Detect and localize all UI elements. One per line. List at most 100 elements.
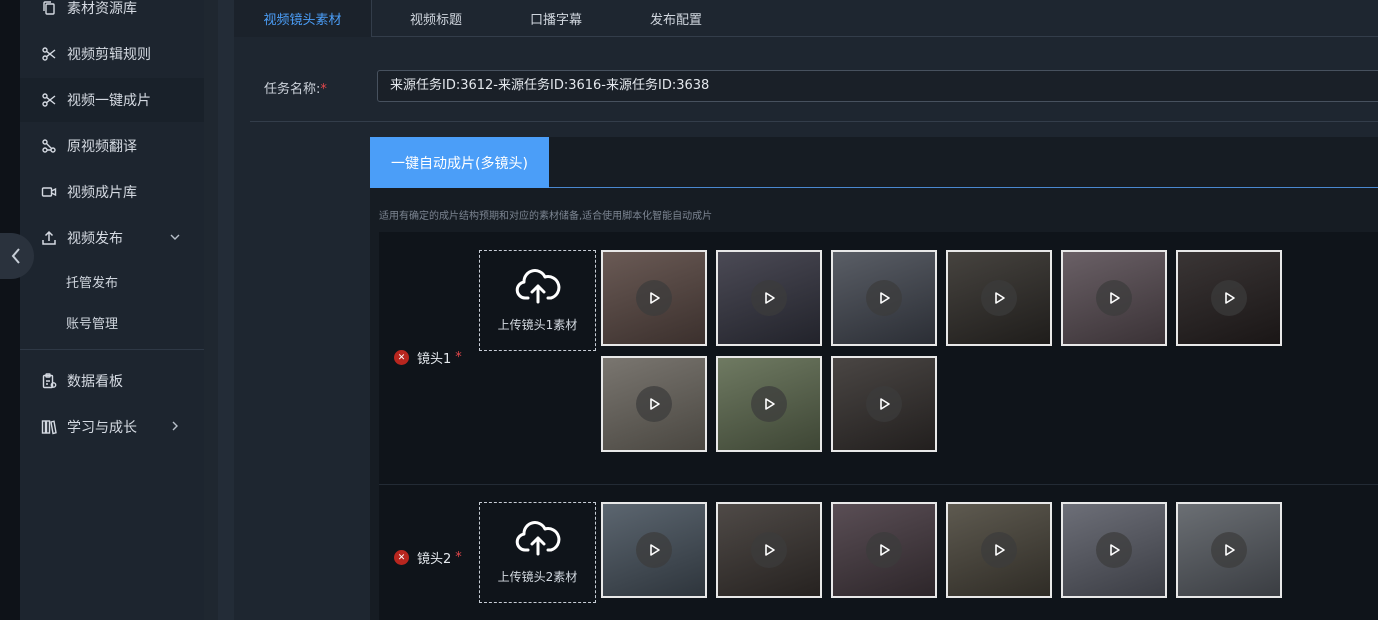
shot-label-2: ✕ 镜头2 * xyxy=(394,548,462,567)
sidebar-item-video-translate[interactable]: 原视频翻译 xyxy=(20,124,204,168)
required-mark: * xyxy=(455,350,462,365)
sidebar-subitem-hosted-publish[interactable]: 托管发布 xyxy=(20,262,204,300)
sidebar-item-learning[interactable]: 学习与成长 xyxy=(20,405,204,449)
play-icon xyxy=(751,532,787,568)
copy-icon xyxy=(41,0,57,16)
sidebar-item-video-library[interactable]: 视频成片库 xyxy=(20,170,204,214)
play-icon xyxy=(866,532,902,568)
video-thumbnail[interactable] xyxy=(946,502,1052,598)
play-icon xyxy=(636,532,672,568)
sidebar-item-label: 视频一键成片 xyxy=(67,93,151,109)
shot-name: 镜头1 xyxy=(417,352,452,367)
sidebar-gap xyxy=(204,0,218,620)
task-name-input[interactable]: 来源任务ID:3612-来源任务ID:3616-来源任务ID:3638 xyxy=(377,70,1378,102)
sidebar-item-label: 视频剪辑规则 xyxy=(67,47,151,63)
video-thumbnail[interactable] xyxy=(601,356,707,452)
play-icon xyxy=(1211,532,1247,568)
cloud-upload-icon xyxy=(515,269,560,304)
sidebar-item-edit-rules[interactable]: 视频剪辑规则 xyxy=(20,32,204,76)
scissors-icon xyxy=(41,92,57,108)
required-mark: * xyxy=(320,82,327,97)
video-camera-icon xyxy=(41,184,57,200)
tab-bar: 视频镜头素材 视频标题 口播字幕 发布配置 xyxy=(234,0,1378,37)
sidebar-item-label: 视频成片库 xyxy=(67,185,137,201)
sidebar-subitem-account-manage[interactable]: 账号管理 xyxy=(20,303,204,341)
video-thumbnail[interactable] xyxy=(1061,502,1167,598)
clipboard-icon xyxy=(41,373,57,389)
play-icon xyxy=(1096,280,1132,316)
scissors-icon xyxy=(41,46,57,62)
upload-label: 上传镜头2素材 xyxy=(497,570,578,584)
video-thumbnail[interactable] xyxy=(601,250,707,346)
task-name-label: 任务名称:* xyxy=(264,78,327,97)
play-icon xyxy=(866,280,902,316)
play-icon xyxy=(751,280,787,316)
cloud-upload-icon xyxy=(515,521,560,556)
books-icon xyxy=(41,419,57,435)
video-thumbnail[interactable] xyxy=(831,250,937,346)
tab-label: 口播字幕 xyxy=(529,13,582,28)
sidebar-item-video-publish[interactable]: 视频发布 xyxy=(20,216,204,260)
tab-voice-subtitle[interactable]: 口播字幕 xyxy=(500,0,612,37)
play-icon xyxy=(866,386,902,422)
upload-shot-2-button[interactable]: 上传镜头2素材 xyxy=(479,502,596,603)
shot-label-1: ✕ 镜头1 * xyxy=(394,348,462,367)
shot-name: 镜头2 xyxy=(417,552,452,567)
play-icon xyxy=(981,532,1017,568)
video-thumbnail[interactable] xyxy=(1061,250,1167,346)
video-thumbnail[interactable] xyxy=(716,356,822,452)
play-icon xyxy=(636,280,672,316)
sidebar-item-one-click-video[interactable]: 视频一键成片 xyxy=(20,78,204,122)
upload-label: 上传镜头1素材 xyxy=(497,318,578,332)
panel-tab-label: 一键自动成片(多镜头) xyxy=(391,155,528,172)
left-edge xyxy=(0,0,20,620)
play-icon xyxy=(751,386,787,422)
panel-tab-bar: 一键自动成片(多镜头) xyxy=(370,137,1378,188)
sidebar-item-dashboard[interactable]: 数据看板 xyxy=(20,359,204,403)
chevron-right-icon xyxy=(172,421,178,431)
tab-video-title[interactable]: 视频标题 xyxy=(380,0,492,37)
translate-icon xyxy=(41,138,57,154)
sidebar-item-label: 原视频翻译 xyxy=(67,139,137,155)
upload-icon xyxy=(41,230,57,246)
video-thumbnail[interactable] xyxy=(1176,250,1282,346)
remove-shot-button[interactable]: ✕ xyxy=(394,550,409,565)
sidebar-item-label: 素材资源库 xyxy=(67,1,137,17)
auto-edit-panel: 一键自动成片(多镜头) 适用有确定的成片结构预期和对应的素材储备,适合使用脚本化… xyxy=(370,137,1378,620)
video-thumbnail[interactable] xyxy=(601,502,707,598)
main-content: 视频镜头素材 视频标题 口播字幕 发布配置 任务名称:* 来源任务ID:3612… xyxy=(234,0,1378,620)
tab-shot-material[interactable]: 视频镜头素材 xyxy=(234,0,372,37)
remove-shot-button[interactable]: ✕ xyxy=(394,350,409,365)
required-mark: * xyxy=(455,550,462,565)
upload-shot-1-button[interactable]: 上传镜头1素材 xyxy=(479,250,596,351)
sidebar-item-label: 视频发布 xyxy=(67,231,123,247)
play-icon xyxy=(1211,280,1247,316)
task-name-label-text: 任务名称: xyxy=(264,82,321,97)
video-thumbnail[interactable] xyxy=(1176,502,1282,598)
video-thumbnail[interactable] xyxy=(716,502,822,598)
tab-label: 发布配置 xyxy=(649,13,702,28)
tab-auto-multi-shot[interactable]: 一键自动成片(多镜头) xyxy=(370,137,549,188)
sidebar: 素材资源库 视频剪辑规则 视频一键成片 原视频翻译 视频成片库 视频发布 托管发… xyxy=(20,0,204,620)
play-icon xyxy=(1096,532,1132,568)
video-thumbnail[interactable] xyxy=(946,250,1052,346)
play-icon xyxy=(981,280,1017,316)
chevron-left-icon xyxy=(11,248,20,264)
shot-row-1: ✕ 镜头1 * 上传镜头1素材 xyxy=(379,232,1378,484)
play-icon xyxy=(636,386,672,422)
sidebar-item-label: 数据看板 xyxy=(67,374,123,390)
video-thumbnail[interactable] xyxy=(716,250,822,346)
video-thumbnail[interactable] xyxy=(831,502,937,598)
tab-label: 视频标题 xyxy=(409,13,462,28)
task-name-row: 任务名称:* 来源任务ID:3612-来源任务ID:3616-来源任务ID:36… xyxy=(250,70,1378,102)
video-thumbnail[interactable] xyxy=(831,356,937,452)
sidebar-divider xyxy=(20,349,204,350)
shot-row-2: ✕ 镜头2 * 上传镜头2素材 xyxy=(379,485,1378,620)
sidebar-item-material-library[interactable]: 素材资源库 xyxy=(20,0,204,30)
form-divider xyxy=(250,121,1378,122)
shot-list: ✕ 镜头1 * 上传镜头1素材 ✕ 镜头2 * 上传镜头2素材 xyxy=(379,232,1378,620)
sidebar-item-label: 学习与成长 xyxy=(67,420,137,436)
panel-description: 适用有确定的成片结构预期和对应的素材储备,适合使用脚本化智能自动成片 xyxy=(379,211,713,222)
tab-publish-config[interactable]: 发布配置 xyxy=(620,0,732,37)
tab-label: 视频镜头素材 xyxy=(263,13,342,28)
